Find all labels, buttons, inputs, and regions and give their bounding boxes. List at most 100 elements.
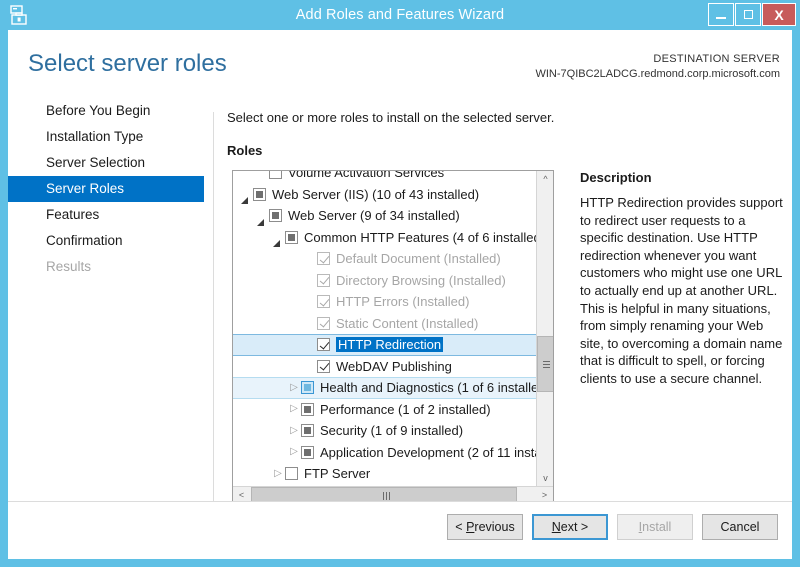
sidebar-item-label: Results xyxy=(46,259,91,274)
expander-collapsed-icon[interactable]: ▷ xyxy=(287,424,301,438)
minimize-icon xyxy=(716,17,726,19)
tree-row[interactable]: ▷Application Development (2 of 11 instal… xyxy=(233,442,536,464)
description-heading: Description xyxy=(580,170,652,185)
tree-row-label: HTTP Redirection xyxy=(336,337,443,352)
instruction-text: Select one or more roles to install on t… xyxy=(227,110,554,125)
checkbox-partial[interactable] xyxy=(301,446,314,459)
destination-server-label: DESTINATION SERVER xyxy=(535,52,780,67)
roles-tree-rows: Volume Activation Services Web Server (II… xyxy=(233,171,536,485)
checkbox-checked-disabled[interactable] xyxy=(317,317,330,330)
checkbox-partial[interactable] xyxy=(269,209,282,222)
window-titlebar[interactable]: Add Roles and Features Wizard X xyxy=(0,0,800,30)
destination-server-block: DESTINATION SERVER WIN-7QIBC2LADCG.redmo… xyxy=(535,52,780,82)
scroll-up-icon[interactable]: ^ xyxy=(537,171,554,188)
tree-row[interactable]: Static Content (Installed) xyxy=(233,313,536,335)
sidebar-item-label: Server Roles xyxy=(46,181,124,196)
wizard-window: Add Roles and Features Wizard X Select s… xyxy=(0,0,800,567)
tree-row-label: Directory Browsing (Installed) xyxy=(336,273,506,288)
tree-row-label: Web Server (IIS) (10 of 43 installed) xyxy=(272,187,479,202)
close-button[interactable]: X xyxy=(762,3,796,26)
sidebar-item-label: Confirmation xyxy=(46,233,123,248)
tree-row-label: Performance (1 of 2 installed) xyxy=(320,402,491,417)
wizard-button-row: < Previous Next > Install Cancel xyxy=(447,514,778,540)
cancel-button[interactable]: Cancel xyxy=(702,514,778,540)
maximize-button[interactable] xyxy=(735,3,761,26)
sidebar-item-label: Server Selection xyxy=(46,155,145,170)
checkbox-checked-disabled[interactable] xyxy=(317,252,330,265)
next-button[interactable]: Next > xyxy=(532,514,608,540)
tree-row-label: Volume Activation Services xyxy=(288,171,444,180)
roles-tree-viewport: Volume Activation Services Web Server (II… xyxy=(233,171,536,487)
tree-row[interactable]: ▷ FTP Server xyxy=(233,463,536,485)
vertical-scroll-thumb[interactable] xyxy=(537,336,554,392)
tree-row-label: Default Document (Installed) xyxy=(336,251,501,266)
sidebar-item-installation-type[interactable]: Installation Type xyxy=(8,124,204,150)
destination-server-name: WIN-7QIBC2LADCG.redmond.corp.microsoft.c… xyxy=(535,67,780,82)
wizard-header: Select server roles DESTINATION SERVER W… xyxy=(8,30,792,90)
expander-collapsed-icon[interactable]: ▷ xyxy=(287,445,301,459)
tree-row-label: FTP Server xyxy=(304,466,370,481)
checkbox-unchecked[interactable] xyxy=(285,467,298,480)
roles-label: Roles xyxy=(227,143,262,158)
tree-row[interactable]: Web Server (9 of 34 installed) xyxy=(233,205,536,227)
expander-collapsed-icon[interactable]: ▷ xyxy=(287,381,301,395)
sidebar-item-label: Installation Type xyxy=(46,129,143,144)
tree-row[interactable]: Directory Browsing (Installed) xyxy=(233,270,536,292)
checkbox-checked[interactable] xyxy=(317,338,330,351)
page-title: Select server roles xyxy=(28,50,227,78)
checkbox-checked[interactable] xyxy=(317,360,330,373)
checkbox-checked-disabled[interactable] xyxy=(317,274,330,287)
tree-row-label: HTTP Errors (Installed) xyxy=(336,294,469,309)
sidebar-item-before-you-begin[interactable]: Before You Begin xyxy=(8,98,204,124)
install-button: Install xyxy=(617,514,693,540)
maximize-icon xyxy=(744,10,753,19)
tree-row[interactable]: ▷ Health and Diagnostics (1 of 6 installe… xyxy=(233,377,536,399)
sidebar-item-server-selection[interactable]: Server Selection xyxy=(8,150,204,176)
cancel-button-label: Cancel xyxy=(721,520,760,534)
tree-row[interactable]: HTTP Redirection xyxy=(233,334,536,356)
tree-row-label: Static Content (Installed) xyxy=(336,316,478,331)
tree-row[interactable]: Default Document (Installed) xyxy=(233,248,536,270)
sidebar-item-results: Results xyxy=(8,254,204,280)
wizard-step-nav: Before You Begin Installation Type Server … xyxy=(8,98,204,498)
window-title: Add Roles and Features Wizard xyxy=(0,0,800,30)
tree-row[interactable]: Web Server (IIS) (10 of 43 installed) xyxy=(233,184,536,206)
wizard-main-panel: Select one or more roles to install on t… xyxy=(214,98,792,518)
checkbox-partial[interactable] xyxy=(285,231,298,244)
sidebar-item-features[interactable]: Features xyxy=(8,202,204,228)
tree-row[interactable]: WebDAV Publishing xyxy=(233,356,536,378)
tree-row[interactable]: Volume Activation Services xyxy=(233,171,536,184)
tree-row[interactable]: ▷ Performance (1 of 2 installed) xyxy=(233,399,536,421)
sidebar-item-label: Features xyxy=(46,207,99,222)
sidebar-item-server-roles[interactable]: Server Roles xyxy=(8,176,204,202)
tree-row-label: Security (1 of 9 installed) xyxy=(320,423,463,438)
sidebar-item-confirmation[interactable]: Confirmation xyxy=(8,228,204,254)
expander-collapsed-icon[interactable]: ▷ xyxy=(271,467,285,481)
tree-row-label: Web Server (9 of 34 installed) xyxy=(288,208,460,223)
expander-collapsed-icon[interactable]: ▷ xyxy=(287,402,301,416)
checkbox-checked-disabled[interactable] xyxy=(317,295,330,308)
wizard-footer: < Previous Next > Install Cancel xyxy=(8,502,792,559)
description-text: HTTP Redirection provides support to red… xyxy=(580,194,785,388)
tree-row-label: Common HTTP Features (4 of 6 installed) xyxy=(304,230,536,245)
roles-tree[interactable]: Volume Activation Services Web Server (II… xyxy=(232,170,554,504)
checkbox-unchecked[interactable] xyxy=(269,171,282,179)
tree-row-label: Health and Diagnostics (1 of 6 installed… xyxy=(320,380,536,395)
window-controls: X xyxy=(708,3,796,26)
scroll-down-icon[interactable]: v xyxy=(537,470,554,487)
tree-row[interactable]: HTTP Errors (Installed) xyxy=(233,291,536,313)
install-button-label: Install xyxy=(639,520,672,534)
wizard-client-area: Select server roles DESTINATION SERVER W… xyxy=(8,30,792,559)
previous-button[interactable]: < Previous xyxy=(447,514,523,540)
checkbox-partial-highlighted[interactable] xyxy=(301,381,314,394)
next-button-label: Next > xyxy=(552,520,588,534)
minimize-button[interactable] xyxy=(708,3,734,26)
checkbox-partial[interactable] xyxy=(301,403,314,416)
checkbox-partial[interactable] xyxy=(301,424,314,437)
tree-row[interactable]: ▷ Security (1 of 9 installed) xyxy=(233,420,536,442)
checkbox-partial[interactable] xyxy=(253,188,266,201)
previous-button-label: < Previous xyxy=(455,520,514,534)
roles-tree-vertical-scrollbar[interactable]: ^ v xyxy=(536,171,553,487)
tree-row-label: WebDAV Publishing xyxy=(336,359,452,374)
tree-row[interactable]: Common HTTP Features (4 of 6 installed) xyxy=(233,227,536,249)
